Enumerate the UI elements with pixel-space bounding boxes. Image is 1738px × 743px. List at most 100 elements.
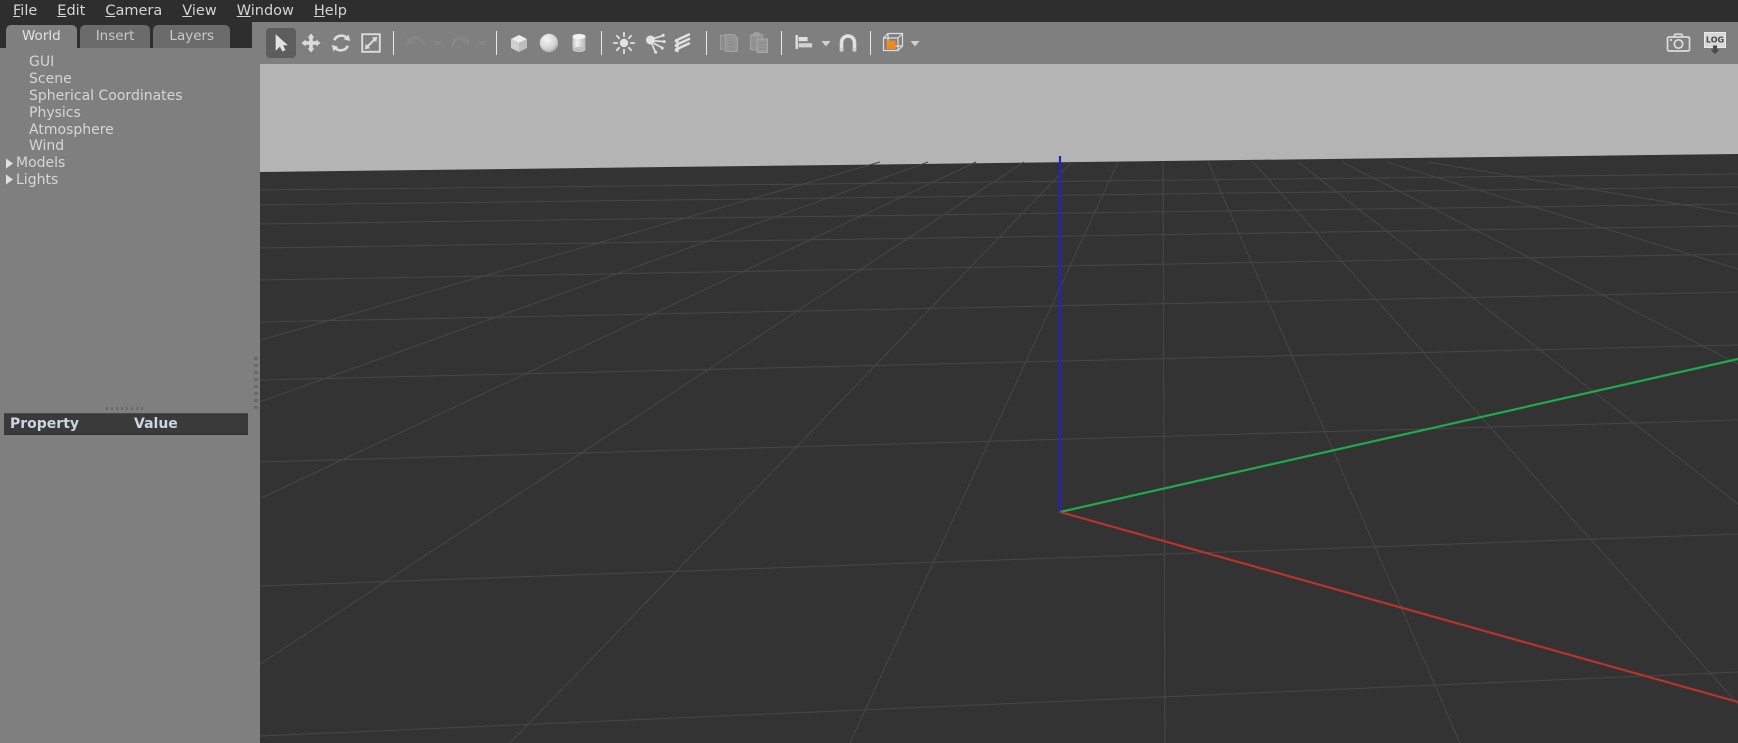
chevron-down-icon [477, 40, 487, 47]
undo-button[interactable] [401, 28, 431, 58]
value-column-header: Value [134, 416, 178, 432]
menu-camera[interactable]: Camera [96, 1, 171, 21]
splitter-grip-icon [254, 356, 258, 409]
left-dock-panel: World Insert Layers GUI Scene Spherical … [0, 22, 252, 743]
tab-layers[interactable]: Layers [153, 25, 231, 48]
menu-view[interactable]: View [173, 1, 225, 21]
tab-insert[interactable]: Insert [79, 25, 151, 48]
toolbar-separator [870, 31, 871, 55]
box-icon [507, 31, 531, 55]
property-table-body [0, 435, 252, 743]
chevron-right-icon[interactable] [3, 157, 16, 170]
toolbar-separator [781, 31, 782, 55]
tree-item-physics[interactable]: Physics [0, 104, 252, 121]
paste-icon [747, 31, 771, 55]
insert-sphere-button[interactable] [534, 28, 564, 58]
tab-layers-label: Layers [169, 28, 215, 44]
property-column-header: Property [10, 416, 80, 432]
chevron-down-icon [910, 40, 920, 47]
undo-dropdown-button[interactable] [431, 28, 445, 58]
cylinder-icon [567, 31, 591, 55]
spot-light-icon [642, 31, 666, 55]
align-dropdown-button[interactable] [819, 28, 833, 58]
align-button[interactable] [789, 28, 819, 58]
log-down-icon: LOG [1702, 31, 1728, 55]
redo-arrow-icon [449, 32, 471, 54]
rotate-mode-button[interactable] [326, 28, 356, 58]
view-dropdown-button[interactable] [908, 28, 922, 58]
toolbar-separator [393, 31, 394, 55]
translate-mode-button[interactable] [296, 28, 326, 58]
undo-arrow-icon [405, 32, 427, 54]
menu-camera-label: amera [115, 3, 163, 19]
tree-item-atmosphere-label: Atmosphere [29, 121, 114, 138]
main-area: World Insert Layers GUI Scene Spherical … [0, 22, 1738, 743]
chevron-right-icon[interactable] [3, 173, 16, 186]
view-cube-icon [881, 31, 905, 55]
scene-render [260, 64, 1738, 743]
tree-item-physics-label: Physics [29, 104, 81, 121]
log-record-button[interactable]: LOG [1700, 28, 1730, 58]
main-toolbar: LOG [260, 22, 1738, 64]
sphere-icon [537, 31, 561, 55]
insert-box-button[interactable] [504, 28, 534, 58]
insert-point-light-button[interactable] [609, 28, 639, 58]
insert-spot-light-button[interactable] [639, 28, 669, 58]
tree-item-gui-label: GUI [29, 54, 55, 71]
menu-edit[interactable]: Edit [48, 1, 94, 21]
menu-edit-label: dit [66, 3, 86, 19]
chevron-down-icon [433, 40, 443, 47]
redo-button[interactable] [445, 28, 475, 58]
tree-item-gui[interactable]: GUI [0, 54, 252, 71]
toolbar-separator [706, 31, 707, 55]
select-mode-button[interactable] [266, 28, 296, 58]
align-icon [793, 32, 815, 54]
tree-item-lights[interactable]: Lights [0, 172, 252, 189]
tree-item-models[interactable]: Models [0, 155, 252, 172]
tree-item-spherical-coordinates-label: Spherical Coordinates [29, 87, 183, 104]
menu-window[interactable]: Window [228, 1, 303, 21]
insert-directional-light-button[interactable] [669, 28, 699, 58]
select-arrow-icon [271, 33, 291, 53]
tab-insert-label: Insert [95, 28, 135, 44]
chevron-down-icon [821, 40, 831, 47]
tree-item-scene[interactable]: Scene [0, 71, 252, 88]
camera-icon [1666, 32, 1692, 54]
screenshot-button[interactable] [1664, 28, 1694, 58]
tab-world[interactable]: World [6, 25, 77, 48]
scale-arrows-icon [360, 32, 382, 54]
copy-icon [717, 31, 741, 55]
copy-button[interactable] [714, 28, 744, 58]
tree-item-models-label: Models [16, 155, 66, 172]
dock-vertical-splitter[interactable] [252, 22, 260, 743]
tree-item-wind-label: Wind [29, 138, 65, 155]
3d-scene-view[interactable] [260, 64, 1738, 743]
tree-item-wind[interactable]: Wind [0, 138, 252, 155]
toolbar-separator [601, 31, 602, 55]
splitter-grip-icon [106, 406, 146, 410]
snap-button[interactable] [833, 28, 863, 58]
menu-window-label: indow [250, 3, 294, 19]
menu-file-label: ile [20, 3, 38, 19]
svg-text:LOG: LOG [1706, 36, 1724, 45]
directional-light-icon [672, 31, 696, 55]
redo-dropdown-button[interactable] [475, 28, 489, 58]
viewport-column: LOG [260, 22, 1738, 743]
tree-item-spherical-coordinates[interactable]: Spherical Coordinates [0, 88, 252, 105]
toolbar-separator [496, 31, 497, 55]
scale-mode-button[interactable] [356, 28, 386, 58]
rotate-arrows-icon [330, 32, 352, 54]
point-light-icon [612, 31, 636, 55]
menu-help[interactable]: Help [305, 1, 356, 21]
dock-horizontal-splitter[interactable] [0, 403, 252, 413]
paste-button[interactable] [744, 28, 774, 58]
dock-tab-strip: World Insert Layers [0, 22, 252, 48]
menu-help-label: elp [324, 3, 347, 19]
menu-file[interactable]: File [4, 1, 46, 21]
tree-item-atmosphere[interactable]: Atmosphere [0, 121, 252, 138]
insert-cylinder-button[interactable] [564, 28, 594, 58]
change-view-button[interactable] [878, 28, 908, 58]
tree-item-lights-label: Lights [16, 171, 59, 188]
menu-bar: File Edit Camera View Window Help [0, 0, 1738, 22]
world-tree: GUI Scene Spherical Coordinates Physics … [0, 48, 252, 403]
